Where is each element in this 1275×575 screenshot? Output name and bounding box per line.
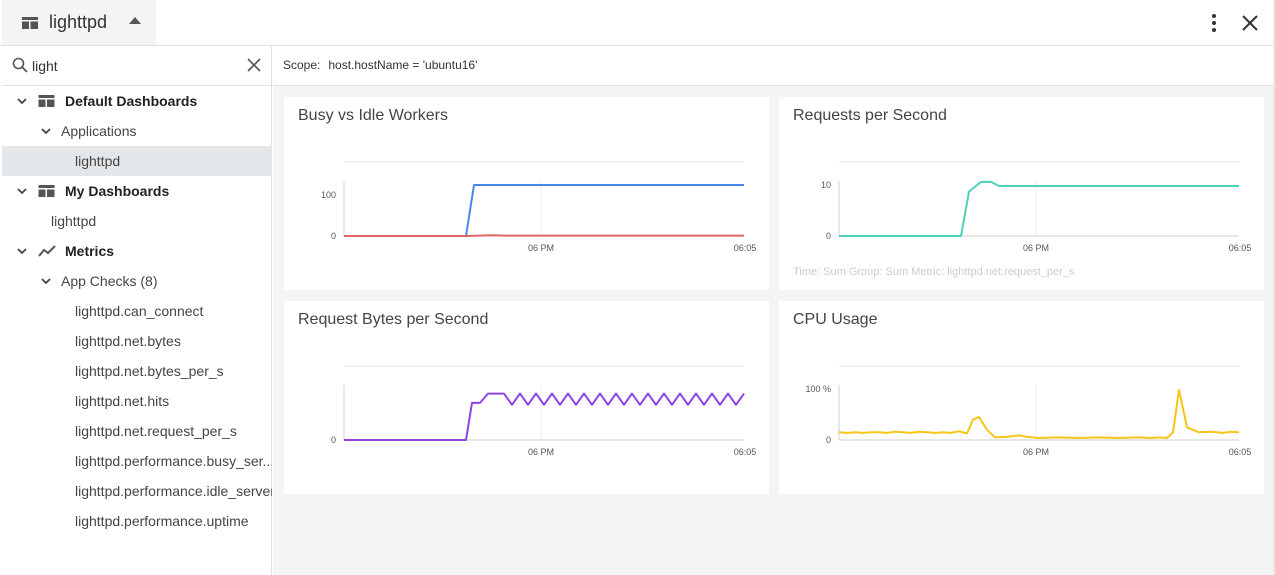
series-line xyxy=(344,184,744,237)
metric-item[interactable]: lighttpd.performance.idle_server xyxy=(2,476,272,506)
x-tick-label: 06 PM xyxy=(1023,243,1049,253)
y-tick-label: 0 xyxy=(826,435,831,445)
series-line xyxy=(839,180,1239,237)
top-bar: lighttpd xyxy=(0,0,1275,46)
tree-item-label: Metrics xyxy=(65,243,115,259)
y-tick-label: 10 xyxy=(821,180,831,190)
series-line xyxy=(344,234,744,237)
panel-busy-idle-workers[interactable]: Busy vs Idle Workers 0 100 06 PM 06:05 xyxy=(284,97,769,290)
search-bar xyxy=(2,46,272,86)
search-input[interactable] xyxy=(32,55,232,77)
tree-item-label: lighttpd xyxy=(75,153,121,169)
caret-up-icon[interactable] xyxy=(129,17,141,24)
tree-item-lighttpd-selected[interactable]: lighttpd xyxy=(2,146,272,176)
metric-item[interactable]: lighttpd.performance.uptime xyxy=(2,506,272,536)
request-bytes-chart: 0 06 PM 06:05 xyxy=(331,365,757,457)
scope-label: Scope: xyxy=(283,58,321,72)
x-tick-label: 06 PM xyxy=(1023,447,1049,457)
tree-item-default-dashboards[interactable]: Default Dashboards xyxy=(2,86,272,116)
dashboard-title-tab[interactable]: lighttpd xyxy=(2,0,156,45)
metric-item-label: lighttpd.can_connect xyxy=(75,303,204,319)
dashboard-icon xyxy=(38,95,55,107)
cpu-usage-chart: 0 100 % 06 PM 06:05 xyxy=(805,365,1252,457)
busy-idle-chart: 0 100 06 PM 06:05 xyxy=(321,161,757,253)
metric-item[interactable]: lighttpd.net.request_per_s xyxy=(2,416,272,446)
dashboard-icon xyxy=(38,185,55,197)
metric-item[interactable]: lighttpd.net.bytes_per_s xyxy=(2,356,272,386)
scope-value: host.hostName = 'ubuntu16' xyxy=(328,58,478,72)
tree-item-applications[interactable]: Applications xyxy=(2,116,272,146)
tree-item-metrics[interactable]: Metrics xyxy=(2,236,272,266)
tree-item-app-checks[interactable]: App Checks (8) xyxy=(2,266,272,296)
metric-item[interactable]: lighttpd.performance.busy_ser... xyxy=(2,446,272,476)
x-tick-label: 06 PM xyxy=(528,447,554,457)
metric-item[interactable]: lighttpd.can_connect xyxy=(2,296,272,326)
tree-item-label: lighttpd xyxy=(51,213,97,229)
clear-icon[interactable] xyxy=(247,58,261,72)
metric-item-label: lighttpd.performance.busy_ser... xyxy=(75,453,272,469)
metric-item-label: lighttpd.net.request_per_s xyxy=(75,423,237,439)
x-tick-label: 06:05 xyxy=(1229,243,1252,253)
x-tick-label: 06:05 xyxy=(734,243,757,253)
tree-item-label: App Checks (8) xyxy=(61,273,158,289)
panel-requests-per-second[interactable]: Requests per Second 0 10 06 PM 06:05 Time: … xyxy=(779,97,1264,290)
series-line xyxy=(838,389,1240,439)
search-icon xyxy=(12,57,28,73)
y-tick-label: 0 xyxy=(826,231,831,241)
chevron-down-icon[interactable] xyxy=(17,246,27,256)
close-icon[interactable] xyxy=(1240,13,1260,33)
x-tick-label: 06:05 xyxy=(1229,447,1252,457)
tree-item-my-dashboards[interactable]: My Dashboards xyxy=(2,176,272,206)
chevron-down-icon[interactable] xyxy=(17,96,27,106)
metric-item[interactable]: lighttpd.net.bytes xyxy=(2,326,272,356)
chevron-down-icon[interactable] xyxy=(41,126,51,136)
metric-item-label: lighttpd.net.bytes xyxy=(75,333,181,349)
y-tick-label: 0 xyxy=(331,435,336,445)
more-vert-icon[interactable] xyxy=(1204,12,1224,34)
y-tick-label: 0 xyxy=(331,231,336,241)
tree-item-my-lighttpd[interactable]: lighttpd xyxy=(2,206,272,236)
metric-item-label: lighttpd.performance.idle_server xyxy=(75,483,272,499)
tree-item-label: My Dashboards xyxy=(65,183,170,199)
tree-item-label: Applications xyxy=(61,123,137,139)
requests-per-second-chart: 0 10 06 PM 06:05 xyxy=(821,161,1252,253)
dashboard-icon xyxy=(22,17,38,29)
sidebar: Default Dashboards Applications lighttpd… xyxy=(2,46,272,575)
series-line xyxy=(344,392,745,441)
x-tick-label: 06:05 xyxy=(734,447,757,457)
chevron-down-icon[interactable] xyxy=(41,276,51,286)
page-title: lighttpd xyxy=(49,12,108,32)
metric-item-label: lighttpd.net.bytes_per_s xyxy=(75,363,224,379)
chevron-down-icon[interactable] xyxy=(17,186,27,196)
panel-request-bytes-per-second[interactable]: Request Bytes per Second 0 06 PM 06:05 xyxy=(284,301,769,494)
dashboard-tree: Default Dashboards Applications lighttpd… xyxy=(2,86,272,536)
metric-item-label: lighttpd.net.hits xyxy=(75,393,170,409)
x-tick-label: 06 PM xyxy=(528,243,554,253)
y-tick-label: 100 % xyxy=(805,384,831,394)
metric-item[interactable]: lighttpd.net.hits xyxy=(2,386,272,416)
metrics-icon xyxy=(38,245,56,257)
scope-bar[interactable]: Scope: host.hostName = 'ubuntu16' xyxy=(273,46,1273,86)
y-tick-label: 100 xyxy=(321,190,336,200)
tree-item-label: Default Dashboards xyxy=(65,93,198,109)
dashboard-main: Scope: host.hostName = 'ubuntu16' Busy vs… xyxy=(273,46,1273,575)
metric-item-label: lighttpd.performance.uptime xyxy=(75,513,249,529)
panel-footer: Time: Sum Group: Sum Metric: lighttpd.ne… xyxy=(793,266,1075,278)
panel-cpu-usage[interactable]: CPU Usage 0 100 % 06 PM 06:05 xyxy=(779,301,1264,494)
